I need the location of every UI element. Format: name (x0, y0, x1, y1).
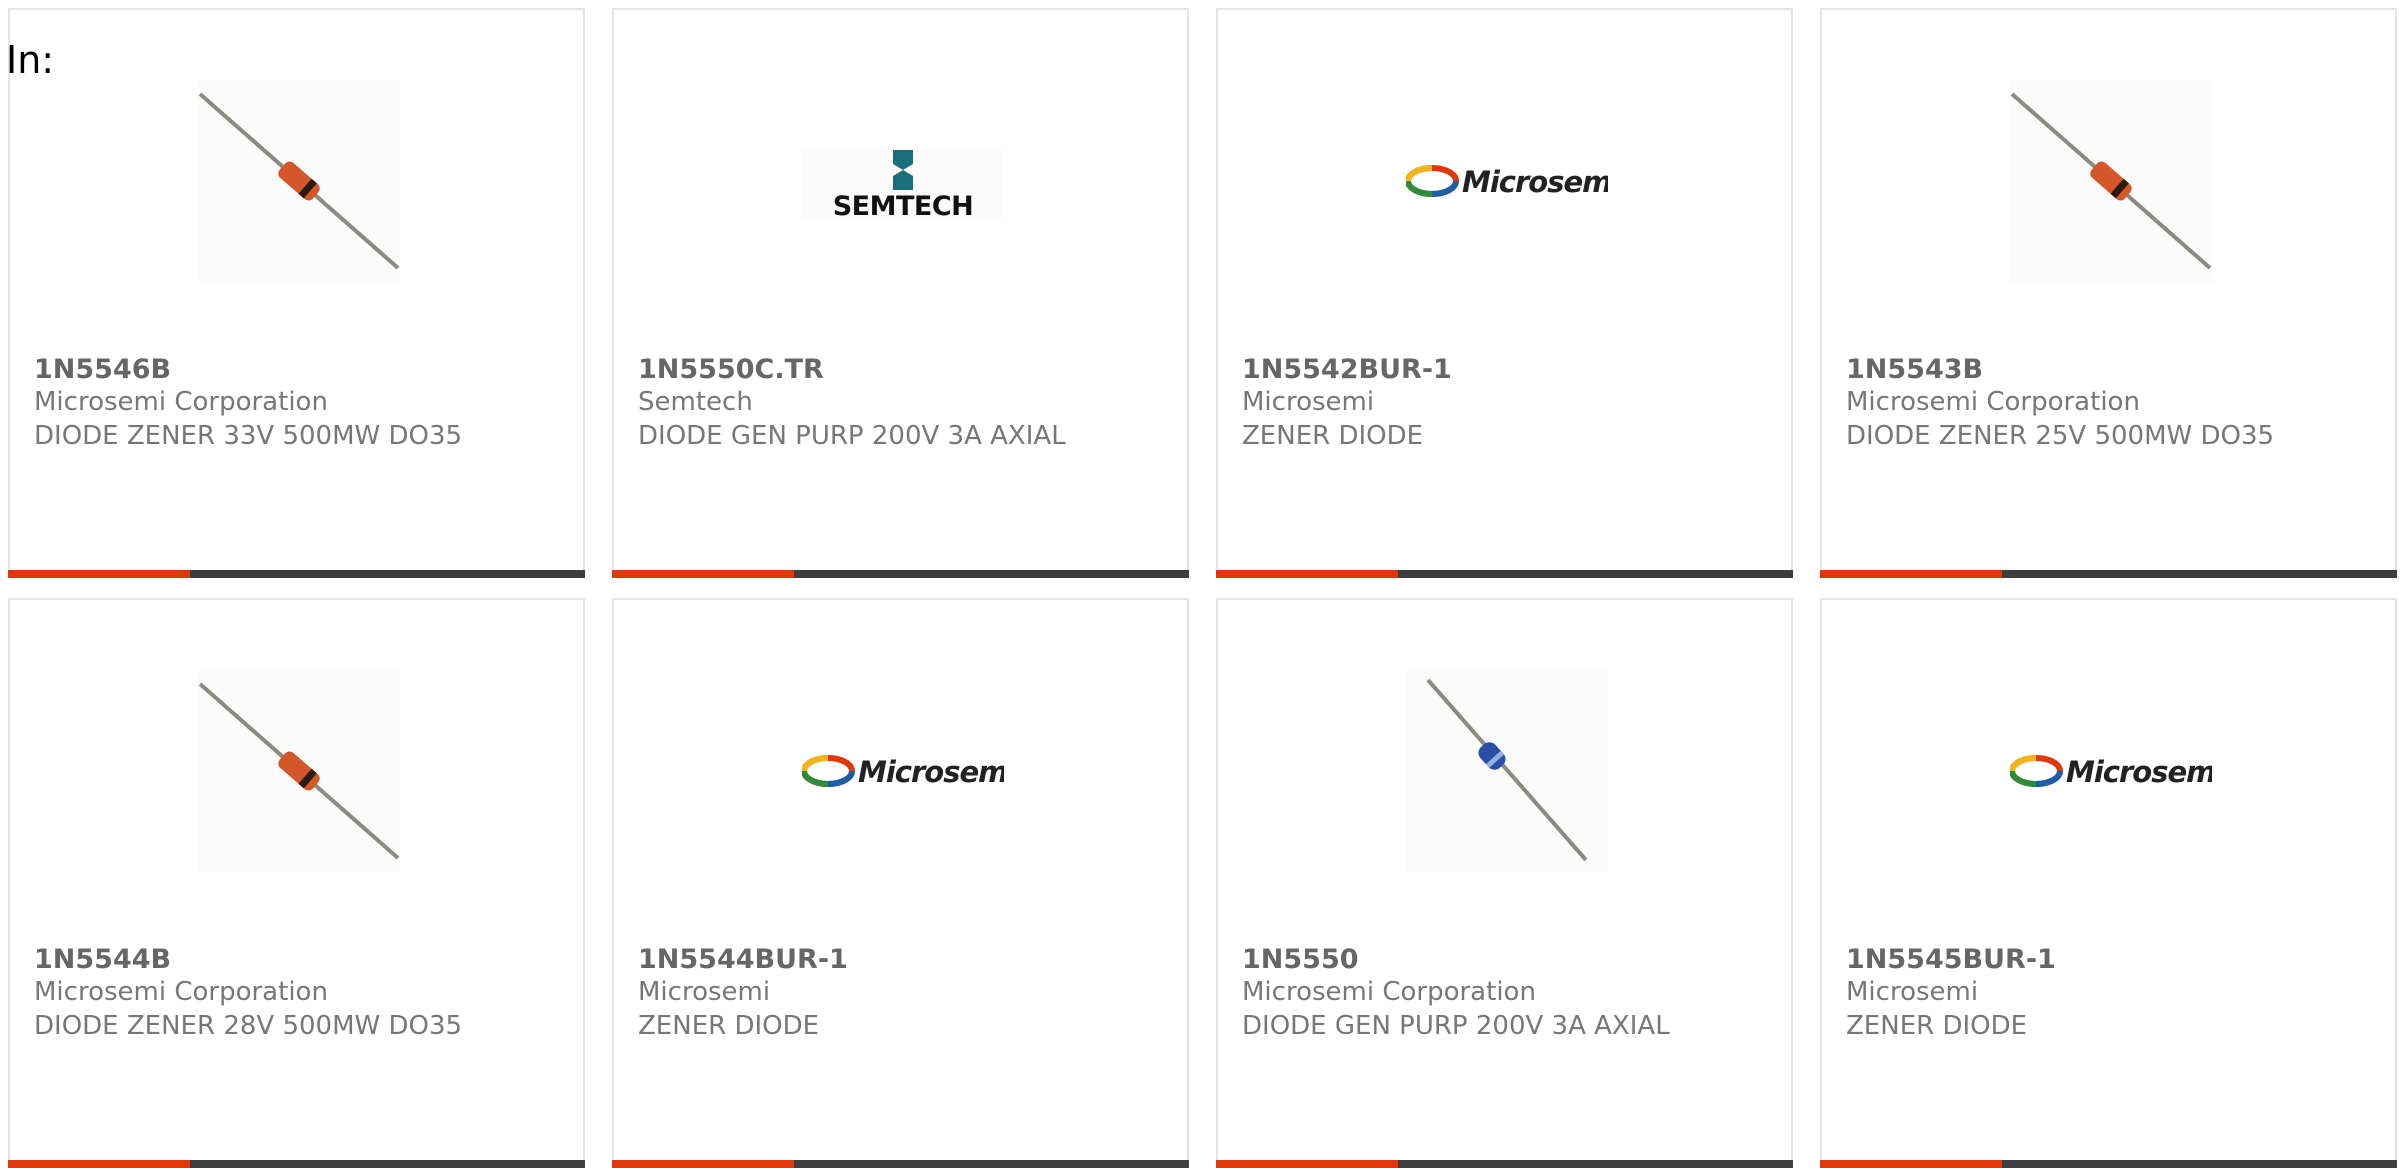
description: DIODE GEN PURP 200V 3A AXIAL (638, 421, 1066, 451)
part-number[interactable]: 1N5550 (1242, 944, 1359, 975)
card-accent (8, 570, 190, 578)
card-bottom-bar (1216, 570, 1793, 578)
product-card[interactable]: Microsemi 1N5545BUR-1 Microsemi ZENER DI… (1820, 598, 2397, 1168)
product-card[interactable]: 1N5546B Microsemi Corporation DIODE ZENE… (8, 8, 585, 578)
part-number[interactable]: 1N5543B (1846, 354, 1983, 385)
manufacturer: Microsemi Corporation (1846, 387, 2140, 417)
description: DIODE GEN PURP 200V 3A AXIAL (1242, 1011, 1670, 1041)
filter-in-label: In: (6, 38, 55, 82)
manufacturer: Microsemi Corporation (1242, 977, 1536, 1007)
description: DIODE ZENER 28V 500MW DO35 (34, 1011, 463, 1041)
part-number[interactable]: 1N5544B (34, 944, 171, 975)
description: DIODE ZENER 33V 500MW DO35 (34, 421, 463, 451)
microsemi-logo[interactable]: Microsemi (802, 670, 1004, 872)
card-accent (1820, 570, 2002, 578)
microsemi-logo-text: Microsemi (2066, 755, 2212, 789)
manufacturer: Semtech (638, 387, 753, 417)
product-card[interactable]: SEMTECH 1N5550C.TR Semtech DIODE GEN PUR… (612, 8, 1189, 578)
manufacturer: Microsemi (1242, 387, 1375, 417)
microsemi-logo-text: Microsemi (858, 755, 1004, 789)
card-bottom-bar (8, 570, 585, 578)
manufacturer: Microsemi Corporation (34, 977, 328, 1007)
card-bottom-bar (8, 1160, 585, 1168)
product-card[interactable]: 1N5550 Microsemi Corporation DIODE GEN P… (1216, 598, 1793, 1168)
axial-diode-orange-image[interactable] (198, 670, 400, 872)
card-accent (612, 570, 794, 578)
card-bottom-bar (1216, 1160, 1793, 1168)
product-card[interactable]: 1N5543B Microsemi Corporation DIODE ZENE… (1820, 8, 2397, 578)
description: DIODE ZENER 25V 500MW DO35 (1846, 421, 2275, 451)
card-bottom-bar (1820, 570, 2397, 578)
product-card[interactable]: Microsemi 1N5542BUR-1 Microsemi ZENER DI… (1216, 8, 1793, 578)
axial-diode-orange-image[interactable] (198, 80, 400, 282)
product-card[interactable]: 1N5544B Microsemi Corporation DIODE ZENE… (8, 598, 585, 1168)
card-bottom-bar (612, 1160, 1189, 1168)
part-number[interactable]: 1N5544BUR-1 (638, 944, 848, 975)
card-bottom-bar (612, 570, 1189, 578)
semtech-logo[interactable]: SEMTECH (802, 80, 1004, 282)
microsemi-logo[interactable]: Microsemi (2010, 670, 2212, 872)
part-number[interactable]: 1N5542BUR-1 (1242, 354, 1452, 385)
part-number[interactable]: 1N5546B (34, 354, 171, 385)
microsemi-logo-text: Microsemi (1462, 165, 1608, 199)
part-number[interactable]: 1N5545BUR-1 (1846, 944, 2056, 975)
manufacturer: Microsemi (1846, 977, 1979, 1007)
card-accent (1216, 570, 1398, 578)
card-accent (1820, 1160, 2002, 1168)
semtech-logo-text: SEMTECH (833, 191, 974, 222)
card-accent (8, 1160, 190, 1168)
description: ZENER DIODE (1242, 421, 1424, 451)
description: ZENER DIODE (638, 1011, 820, 1041)
microsemi-logo[interactable]: Microsemi (1406, 80, 1608, 282)
manufacturer: Microsemi Corporation (34, 387, 328, 417)
description: ZENER DIODE (1846, 1011, 2028, 1041)
card-bottom-bar (1820, 1160, 2397, 1168)
card-accent (1216, 1160, 1398, 1168)
manufacturer: Microsemi (638, 977, 771, 1007)
product-card[interactable]: Microsemi 1N5544BUR-1 Microsemi ZENER DI… (612, 598, 1189, 1168)
card-accent (612, 1160, 794, 1168)
part-number[interactable]: 1N5550C.TR (638, 354, 824, 385)
product-grid: 1N5546B Microsemi Corporation DIODE ZENE… (8, 8, 2400, 1168)
axial-diode-blue-image[interactable] (1406, 670, 1608, 872)
axial-diode-orange-image[interactable] (2010, 80, 2212, 282)
